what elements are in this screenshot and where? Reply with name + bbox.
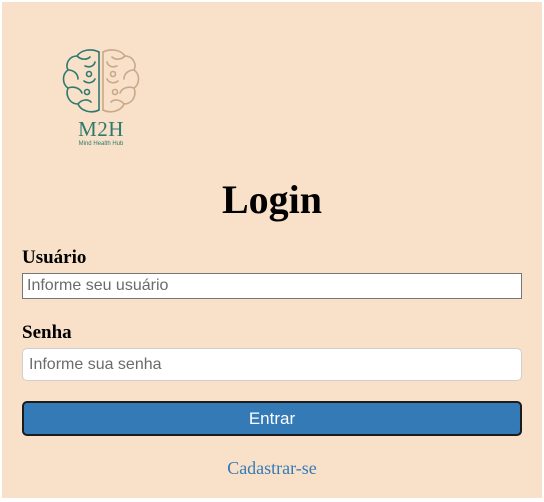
brain-icon xyxy=(62,49,140,113)
signup-link[interactable]: Cadastrar-se xyxy=(2,459,542,477)
username-input[interactable] xyxy=(22,273,522,299)
logo: M2H Mind Health Hub xyxy=(57,46,147,156)
login-page: M2H Mind Health Hub Login Usuário Senha … xyxy=(2,2,542,498)
logo-title: M2H xyxy=(78,117,124,141)
username-label: Usuário xyxy=(22,247,87,268)
password-input[interactable] xyxy=(22,348,522,381)
logo-subtitle: Mind Health Hub xyxy=(78,141,124,147)
password-label: Senha xyxy=(22,322,72,343)
submit-button[interactable]: Entrar xyxy=(22,401,522,436)
page-title: Login xyxy=(221,177,323,222)
